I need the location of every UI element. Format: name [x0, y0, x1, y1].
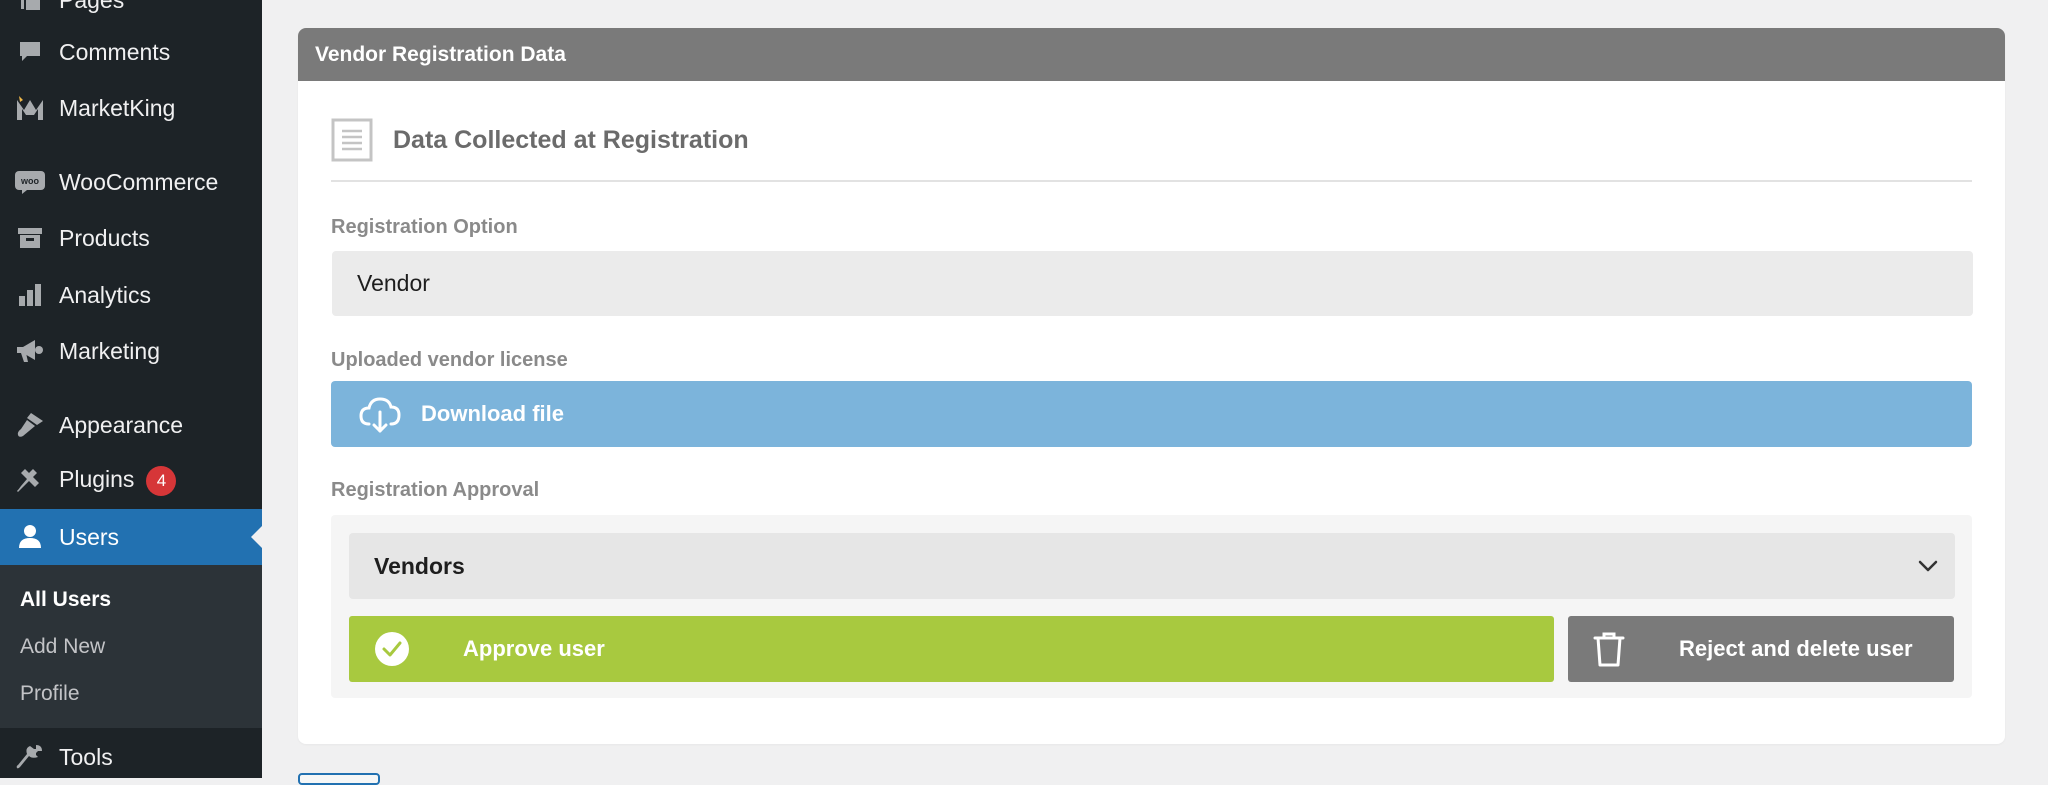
users-submenu: All Users Add New Profile	[0, 565, 262, 728]
section-divider	[331, 180, 1972, 182]
sidebar-item-tools[interactable]: Tools	[0, 730, 262, 778]
section-title-text: Data Collected at Registration	[393, 125, 749, 154]
sidebar-item-label: Pages	[59, 0, 124, 14]
plugins-update-badge: 4	[146, 466, 177, 496]
sidebar-item-label: Analytics	[59, 281, 152, 308]
sidebar-item-marketking[interactable]: MarketKing	[0, 81, 262, 135]
sidebar-item-label: Comments	[59, 38, 171, 65]
section-title: Data Collected at Registration	[331, 114, 749, 166]
sidebar-item-label: Users	[59, 523, 120, 550]
download-file-label: Download file	[421, 401, 564, 426]
woocommerce-icon: woo	[14, 166, 46, 198]
vendor-registration-card: Vendor Registration Data Data Collected …	[298, 28, 2005, 744]
chevron-down-icon	[1918, 560, 1938, 572]
users-icon	[14, 521, 46, 553]
sidebar-item-label: Tools	[59, 743, 113, 770]
sidebar-item-plugins[interactable]: Plugins 4	[0, 454, 262, 508]
pages-icon	[14, 0, 46, 16]
marketking-icon	[14, 92, 46, 124]
approval-group-value: Vendors	[374, 552, 465, 579]
approval-group-select[interactable]: Vendors	[349, 533, 1955, 599]
download-file-button[interactable]: Download file	[331, 381, 1972, 447]
svg-text:woo: woo	[20, 176, 39, 186]
sidebar-item-marketing[interactable]: Marketing	[0, 324, 262, 378]
reject-delete-user-button[interactable]: Reject and delete user	[1568, 616, 1954, 682]
sidebar-item-label: MarketKing	[59, 94, 176, 121]
submenu-all-users[interactable]: All Users	[20, 588, 111, 612]
document-icon	[331, 118, 373, 162]
approve-user-label: Approve user	[463, 636, 605, 661]
sidebar-item-comments[interactable]: Comments	[0, 25, 262, 79]
sidebar-item-label: WooCommerce	[59, 168, 219, 195]
reject-delete-user-label: Reject and delete user	[1679, 636, 1913, 661]
comments-icon	[14, 36, 46, 68]
analytics-icon	[14, 279, 46, 311]
submenu-profile[interactable]: Profile	[20, 682, 80, 706]
approve-user-button[interactable]: Approve user	[349, 616, 1554, 682]
tools-icon	[14, 741, 46, 773]
sidebar-item-label: Plugins 4	[59, 466, 177, 496]
submenu-add-new[interactable]: Add New	[20, 635, 105, 659]
sidebar-item-appearance[interactable]: Appearance	[0, 398, 262, 452]
registration-approval-label: Registration Approval	[331, 479, 540, 501]
sidebar-item-woocommerce[interactable]: woo WooCommerce	[0, 155, 262, 209]
license-label: Uploaded vendor license	[331, 349, 568, 371]
card-header: Vendor Registration Data	[298, 28, 2005, 81]
trash-icon	[1593, 632, 1625, 667]
admin-sidebar: Pages Comments MarketKing woo WooCommerc…	[0, 0, 262, 778]
card-title: Vendor Registration Data	[315, 42, 566, 66]
active-menu-arrow	[251, 526, 262, 548]
registration-option-field: Vendor	[332, 251, 1973, 316]
sidebar-item-analytics[interactable]: Analytics	[0, 268, 262, 322]
products-icon	[14, 222, 46, 254]
checkmark-circle-icon	[375, 632, 409, 666]
partially-visible-button[interactable]	[298, 773, 380, 785]
sidebar-item-users[interactable]: Users	[0, 509, 262, 565]
marketing-icon	[14, 335, 46, 367]
plugins-label: Plugins	[59, 466, 135, 493]
cloud-download-icon	[359, 397, 401, 433]
sidebar-item-products[interactable]: Products	[0, 211, 262, 265]
sidebar-item-label: Appearance	[59, 411, 184, 438]
plugins-icon	[14, 465, 46, 497]
sidebar-item-label: Marketing	[59, 337, 160, 364]
sidebar-item-label: Products	[59, 224, 150, 251]
registration-option-label: Registration Option	[331, 216, 518, 238]
approval-panel: Vendors Approve user Reject and delete u…	[331, 515, 1972, 698]
sidebar-item-pages[interactable]: Pages	[0, 0, 262, 27]
appearance-icon	[14, 409, 46, 441]
